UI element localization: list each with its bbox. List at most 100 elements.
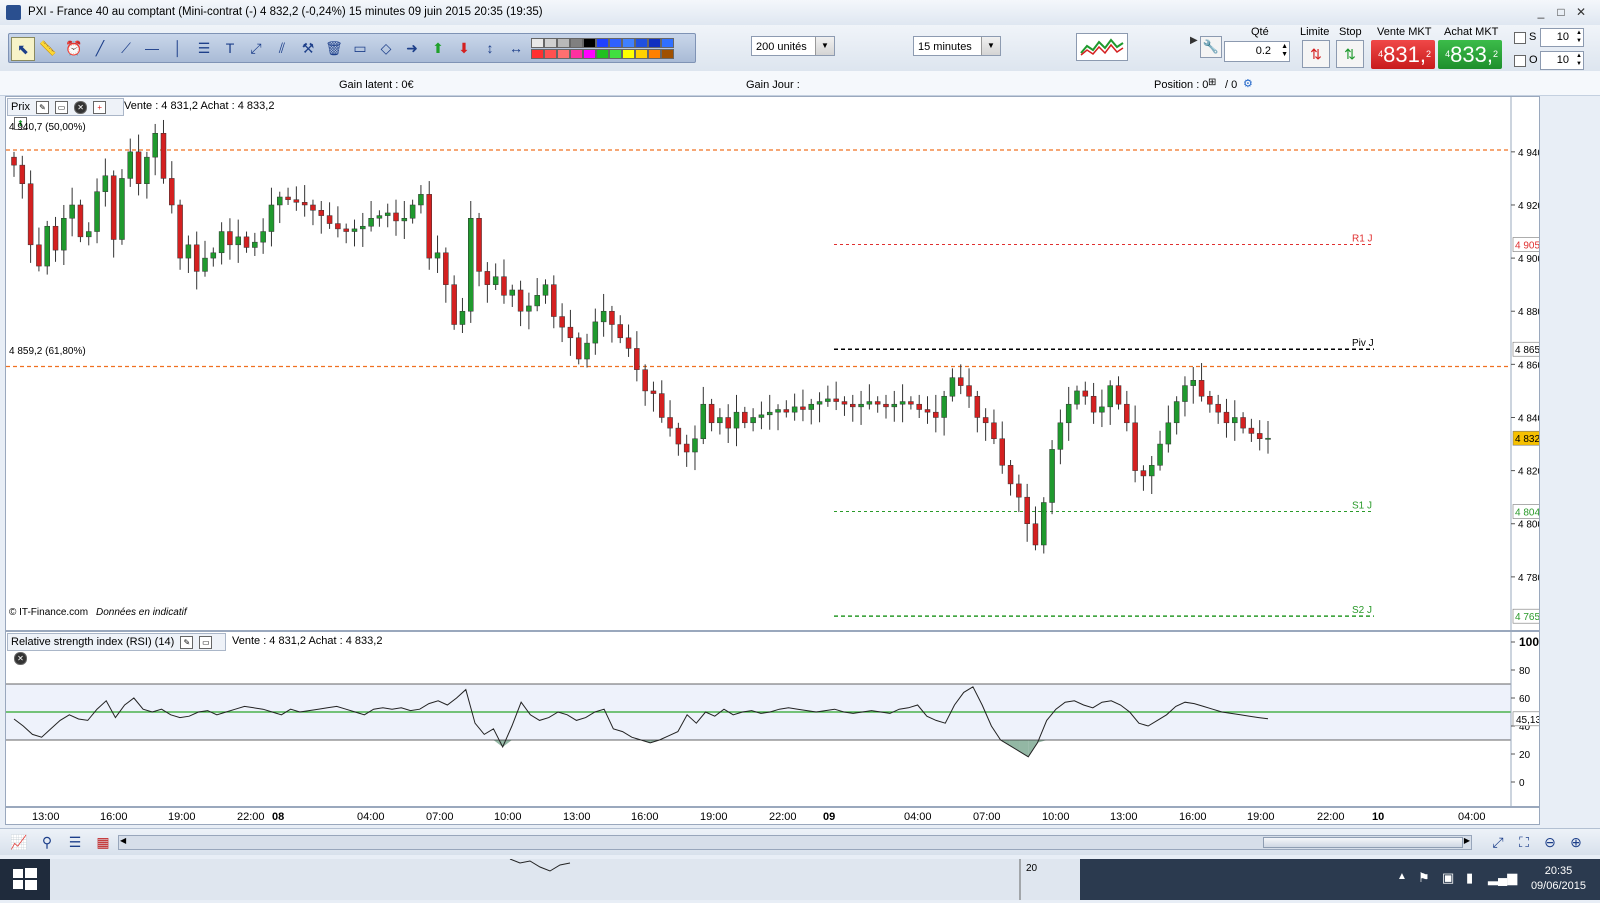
price-axis-label: 4 880: [1518, 307, 1539, 318]
wrench-icon[interactable]: 🔧: [1200, 36, 1222, 58]
color-swatch[interactable]: [661, 38, 674, 48]
text-tool-icon[interactable]: T: [219, 37, 241, 59]
candle-up: [468, 218, 474, 312]
rsi-panel[interactable]: Relative strength index (RSI) (14) ✎ ▭ ✕…: [5, 631, 1540, 807]
tools-icon[interactable]: ⚒: [297, 37, 319, 59]
color-swatch[interactable]: [648, 49, 661, 59]
stepper-icon[interactable]: ▲ ▼: [1576, 29, 1582, 45]
horizontal-range-icon[interactable]: ↔: [505, 37, 527, 59]
display-icon[interactable]: ▣: [1442, 870, 1454, 886]
gain-latent: Gain latent : 0€: [339, 79, 414, 91]
color-swatch[interactable]: [596, 38, 609, 48]
fibonacci-icon[interactable]: ☰: [193, 37, 215, 59]
stepper-icon[interactable]: ▲ ▼: [1281, 43, 1288, 59]
battery-icon[interactable]: ▮: [1466, 870, 1473, 886]
position-detail-icon[interactable]: ⊞: [1208, 77, 1216, 88]
color-swatch[interactable]: [596, 49, 609, 59]
list-icon[interactable]: ☰: [66, 834, 84, 850]
color-swatch[interactable]: [531, 38, 544, 48]
zoom-in-icon[interactable]: ⊕: [1567, 834, 1585, 850]
line-tool-icon[interactable]: ╱: [89, 37, 111, 59]
color-swatch[interactable]: [622, 38, 635, 48]
close-button[interactable]: ✕: [1572, 4, 1590, 20]
price-chart-panel[interactable]: Prix ✎ ▭ ✕ + ⬆ Vente : 4 831,2 Achat : 4…: [5, 96, 1540, 631]
extended-line-icon[interactable]: ⟋: [115, 37, 137, 59]
arrow-right-icon[interactable]: ➜: [401, 37, 423, 59]
scroll-left-icon[interactable]: ◀: [120, 836, 126, 845]
color-swatch[interactable]: [557, 49, 570, 59]
flag-icon[interactable]: ⚑: [1418, 870, 1430, 886]
maximize-button[interactable]: □: [1552, 4, 1570, 20]
candle-up: [384, 212, 391, 216]
panel-arrow-icon[interactable]: ▶: [1190, 35, 1198, 46]
color-swatch[interactable]: [583, 49, 596, 59]
interval-select[interactable]: 15 minutes ▼: [913, 36, 1001, 56]
buy-market-button[interactable]: 4833,2: [1438, 40, 1502, 69]
expand-chart-icon[interactable]: ⤢: [1489, 834, 1507, 850]
arrow-up-icon[interactable]: ⬆: [427, 37, 449, 59]
o-input[interactable]: 10 ▲ ▼: [1540, 51, 1584, 70]
orders-icon[interactable]: ▦: [94, 834, 112, 850]
qty-input[interactable]: 0.2 ▲ ▼: [1224, 41, 1290, 62]
horizontal-scrollbar[interactable]: ◀ ▶: [118, 835, 1472, 850]
vertical-range-icon[interactable]: ↕: [479, 37, 501, 59]
s-checkbox[interactable]: [1514, 32, 1526, 44]
channel-icon[interactable]: ⫽: [271, 37, 293, 59]
candle-down: [1215, 403, 1221, 413]
stop-order-icon[interactable]: ⇅: [1336, 40, 1364, 68]
limit-order-icon[interactable]: ⇅: [1302, 40, 1330, 68]
color-swatch[interactable]: [557, 38, 570, 48]
day-label: 10: [1372, 811, 1385, 823]
fit-icon[interactable]: ⛶: [1515, 834, 1533, 850]
color-swatch[interactable]: [635, 49, 648, 59]
color-swatch[interactable]: [635, 38, 648, 48]
scrollbar-thumb[interactable]: [1263, 837, 1463, 848]
color-swatch[interactable]: [544, 49, 557, 59]
taskbar-clock[interactable]: 20:35 09/06/2015: [1531, 864, 1586, 894]
s-input[interactable]: 10 ▲ ▼: [1540, 28, 1584, 47]
lasso-icon[interactable]: ◇: [375, 37, 397, 59]
horizontal-line-icon[interactable]: —: [141, 37, 163, 59]
color-swatch[interactable]: [609, 49, 622, 59]
pointer-icon[interactable]: ⬉: [11, 37, 35, 61]
start-button[interactable]: [0, 859, 50, 900]
chart-settings-icon[interactable]: 📈: [10, 834, 28, 850]
network-icon[interactable]: ▂▄▆: [1488, 870, 1517, 886]
zoom-out-icon[interactable]: ⊖: [1541, 834, 1559, 850]
arrow-down-icon[interactable]: ⬇: [453, 37, 475, 59]
color-swatch[interactable]: [583, 38, 596, 48]
stepper-icon[interactable]: ▲ ▼: [1576, 52, 1582, 68]
color-swatch[interactable]: [544, 38, 557, 48]
minimize-button[interactable]: _: [1532, 4, 1550, 20]
zoom-fit-icon[interactable]: ⚲: [38, 834, 56, 850]
arrow-tool-icon[interactable]: ⤢: [245, 37, 267, 59]
color-swatch[interactable]: [648, 38, 661, 48]
candle-up: [534, 295, 540, 307]
sell-price-decimal: 2: [1425, 49, 1431, 59]
rectangle-icon[interactable]: ▭: [349, 37, 371, 59]
color-swatch[interactable]: [570, 38, 583, 48]
s2-price-tag: 4 765,2: [1515, 612, 1539, 623]
candle-down: [160, 133, 167, 179]
color-swatch[interactable]: [570, 49, 583, 59]
color-swatch[interactable]: [609, 38, 622, 48]
trash-icon[interactable]: 🗑: [323, 37, 345, 59]
scroll-right-icon[interactable]: ▶: [1464, 836, 1470, 845]
vertical-line-icon[interactable]: │: [167, 37, 189, 59]
candle-down: [957, 377, 964, 386]
color-swatch[interactable]: [622, 49, 635, 59]
ruler-icon[interactable]: 📏: [37, 37, 59, 59]
time-label: 10:00: [1042, 811, 1070, 823]
tray-arrow-icon[interactable]: ▲: [1397, 871, 1407, 882]
windows-logo-icon: [13, 868, 37, 890]
color-swatch[interactable]: [661, 49, 674, 59]
o-checkbox[interactable]: [1514, 55, 1526, 67]
alarm-icon[interactable]: ⏰: [63, 37, 85, 59]
sell-market-button[interactable]: 4831,2: [1371, 40, 1435, 69]
quantity-select[interactable]: 200 unités ▼: [751, 36, 835, 56]
chart-type-button[interactable]: [1076, 33, 1128, 61]
rsi-axis-label: 60: [1519, 694, 1531, 705]
candle-down: [1007, 465, 1014, 485]
settings-gear-icon[interactable]: ⚙: [1243, 77, 1253, 90]
color-swatch[interactable]: [531, 49, 544, 59]
